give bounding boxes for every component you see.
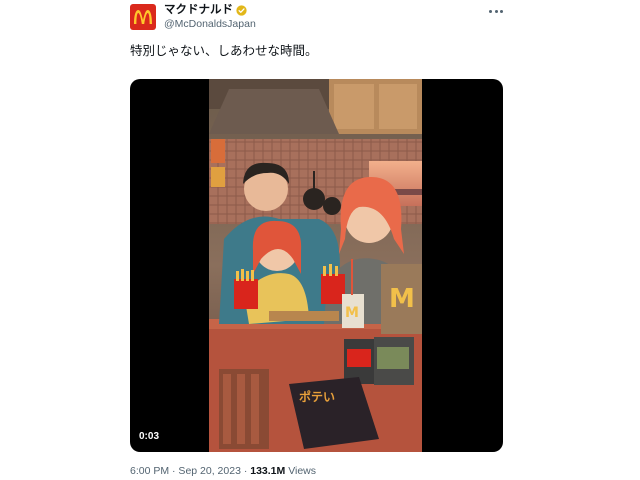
author-handle[interactable]: @McDonaldsJapan	[164, 18, 256, 30]
more-options-icon[interactable]	[486, 4, 506, 18]
video-duration: 0:03	[139, 431, 160, 442]
timestamp[interactable]: 6:00 PM · Sep 20, 2023 ·	[130, 465, 250, 477]
video-player[interactable]: M M ポテい 0:03	[130, 79, 503, 452]
svg-text:ポテい: ポテい	[299, 389, 335, 404]
views-label: Views	[285, 465, 317, 477]
svg-text:M: M	[345, 305, 359, 321]
verified-badge-icon	[236, 5, 247, 16]
author-display-name: マクドナルド	[164, 4, 233, 16]
avatar[interactable]	[130, 4, 156, 30]
tweet-text: 特別じゃない、しあわせな時間。	[130, 43, 318, 58]
mcdonalds-logo-icon	[134, 10, 152, 24]
svg-text:M: M	[389, 284, 415, 314]
tweet: マクドナルド @McDonaldsJapan 特別じゃない、しあわせな時間。 M…	[0, 0, 640, 480]
author-name[interactable]: マクドナルド	[164, 4, 247, 17]
tweet-meta: 6:00 PM · Sep 20, 2023 · 133.1M Views	[130, 465, 316, 477]
video-thumbnail: M M ポテい	[209, 79, 422, 452]
views-count: 133.1M	[250, 465, 286, 477]
